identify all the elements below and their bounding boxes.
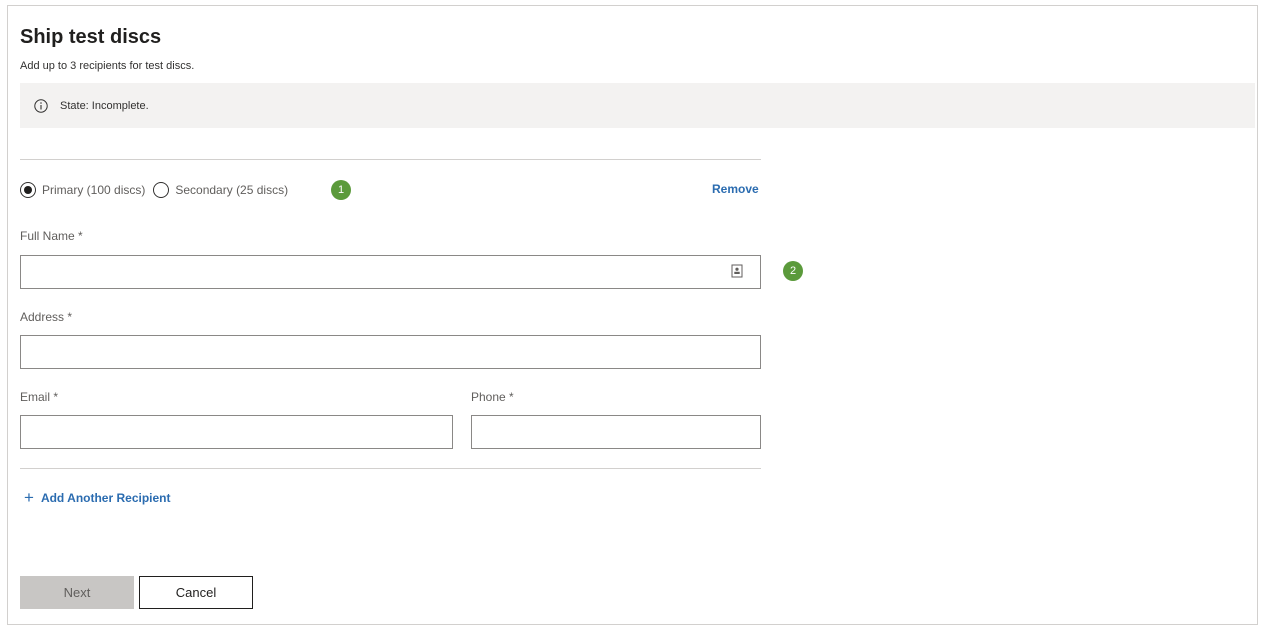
phone-input[interactable] bbox=[471, 415, 761, 449]
plus-icon: + bbox=[24, 490, 34, 506]
address-label: Address * bbox=[20, 310, 72, 324]
callout-badge-1: 1 bbox=[331, 180, 351, 200]
add-another-recipient-link[interactable]: + Add Another Recipient bbox=[24, 490, 171, 506]
add-another-recipient-label: Add Another Recipient bbox=[41, 491, 171, 505]
next-button[interactable]: Next bbox=[20, 576, 134, 609]
email-input[interactable] bbox=[20, 415, 453, 449]
recipient-top-divider bbox=[20, 159, 761, 160]
radio-secondary-label: Secondary (25 discs) bbox=[175, 183, 288, 197]
status-bar: State: Incomplete. bbox=[20, 83, 1255, 128]
radio-secondary[interactable]: Secondary (25 discs) bbox=[153, 182, 288, 198]
address-input[interactable] bbox=[20, 335, 761, 369]
email-label: Email * bbox=[20, 390, 58, 404]
full-name-label: Full Name * bbox=[20, 229, 83, 243]
recipient-bottom-divider bbox=[20, 468, 761, 469]
page-title: Ship test discs bbox=[20, 24, 161, 50]
radio-secondary-circle[interactable] bbox=[153, 182, 169, 198]
disc-type-radio-group: Primary (100 discs) Secondary (25 discs) bbox=[20, 182, 296, 198]
remove-recipient-link[interactable]: Remove bbox=[712, 182, 759, 196]
contact-card-icon[interactable] bbox=[731, 264, 743, 278]
full-name-input[interactable] bbox=[20, 255, 761, 289]
status-text: State: Incomplete. bbox=[60, 100, 149, 112]
info-icon bbox=[34, 99, 48, 113]
radio-primary-label: Primary (100 discs) bbox=[42, 183, 145, 197]
radio-primary[interactable]: Primary (100 discs) bbox=[20, 182, 145, 198]
phone-label: Phone * bbox=[471, 390, 514, 404]
radio-primary-circle[interactable] bbox=[20, 182, 36, 198]
cancel-button[interactable]: Cancel bbox=[139, 576, 253, 609]
page-subtitle: Add up to 3 recipients for test discs. bbox=[20, 59, 194, 73]
callout-badge-2: 2 bbox=[783, 261, 803, 281]
